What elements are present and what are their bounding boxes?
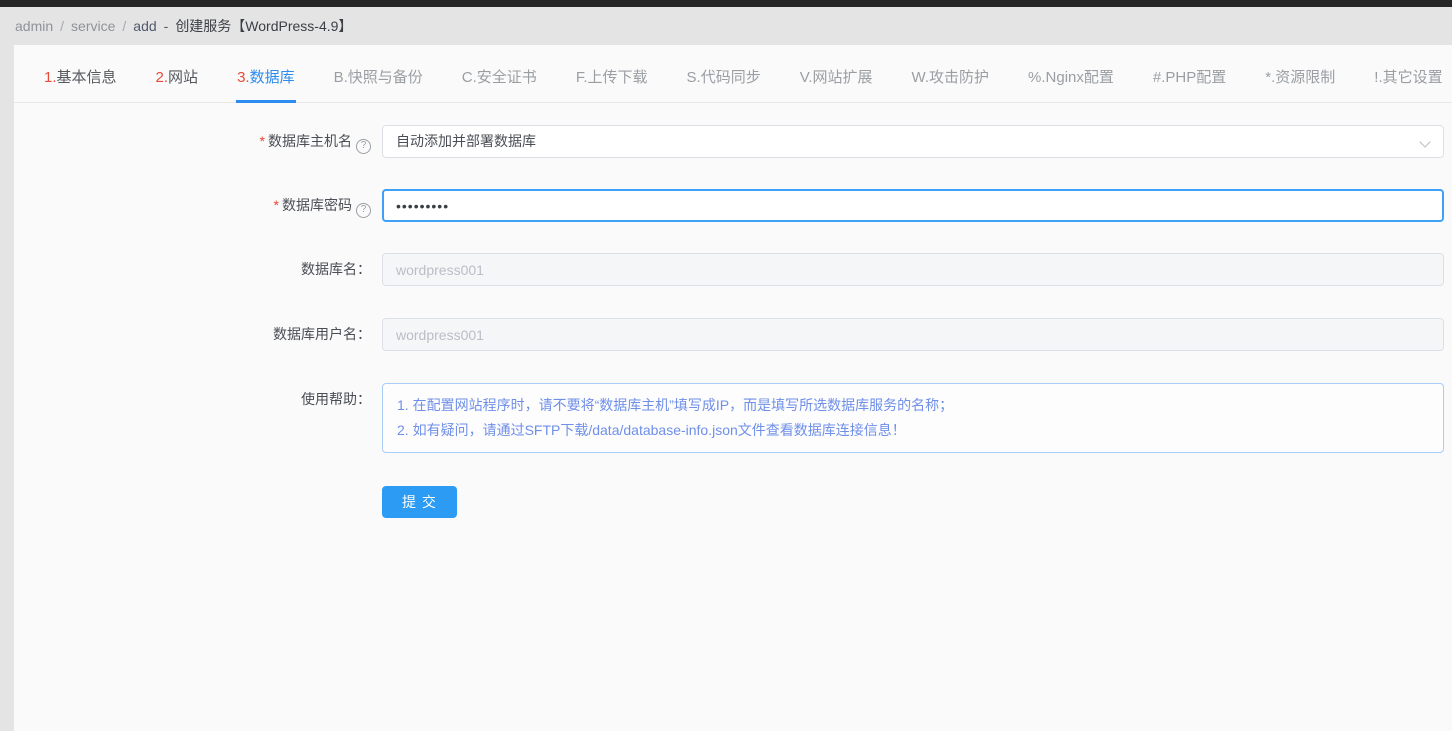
tab-other-settings[interactable]: !.其它设置 [1373,45,1443,103]
chevron-down-icon [1419,136,1431,148]
tab-upload-download[interactable]: F.上传下载 [575,45,649,103]
db-user-row: 数据库用户名： [14,318,1452,351]
help-question-icon[interactable]: ? [356,138,371,154]
tab-resource-limit[interactable]: *.资源限制 [1264,45,1336,103]
content-panel: 1.基本信息 2.网站 3.数据库 B.快照与备份 C.安全证书 F.上传下载 … [14,45,1452,731]
tab-attack-protection[interactable]: W.攻击防护 [911,45,991,103]
page-title: 创建服务【WordPress-4.9】 [175,18,353,34]
db-host-label: * 数据库主机名? [14,125,382,157]
tab-basic-info[interactable]: 1.基本信息 [43,45,118,103]
db-password-row: * 数据库密码? [14,189,1452,222]
usage-help-label: 使用帮助： [301,391,371,407]
db-host-selected-value: 自动添加并部署数据库 [396,133,536,149]
usage-help-line-1: 1. 在配置网站程序时，请不要将“数据库主机”填写成IP，而是填写所选数据库服务… [397,397,954,413]
usage-help-line-2: 2. 如有疑问，请通过SFTP下载/data/database-info.jso… [397,422,906,438]
required-asterisk: * [259,133,265,149]
required-asterisk: * [273,197,279,213]
db-name-label: 数据库名： [301,261,371,277]
tab-snapshot-backup[interactable]: B.快照与备份 [333,45,424,103]
breadcrumb: admin / service / add - 创建服务【WordPress-4.9】 [0,7,1452,45]
breadcrumb-dash: - [163,18,169,34]
usage-help-row: 使用帮助： 1. 在配置网站程序时，请不要将“数据库主机”填写成IP，而是填写所… [14,383,1452,453]
db-user-label: 数据库用户名： [273,326,371,342]
submit-row: 提 交 [14,486,1452,518]
db-name-row: 数据库名： [14,253,1452,286]
tab-website[interactable]: 2.网站 [155,45,200,103]
top-dark-strip [0,0,1452,7]
tab-site-extension[interactable]: V.网站扩展 [799,45,874,103]
tab-nginx-config[interactable]: %.Nginx配置 [1027,45,1115,103]
help-question-icon[interactable]: ? [356,202,371,218]
tab-database[interactable]: 3.数据库 [236,45,296,103]
tab-code-sync[interactable]: S.代码同步 [686,45,762,103]
tab-ssl-cert[interactable]: C.安全证书 [461,45,538,103]
breadcrumb-item-admin[interactable]: admin [15,18,53,34]
db-user-input [382,318,1444,351]
breadcrumb-separator: / [60,18,65,34]
db-password-input[interactable] [382,189,1444,222]
database-form: *数据库主机名? 自动添加并部署数据库 *数据库密码? 数据库名： [14,103,1452,518]
tab-bar: 1.基本信息 2.网站 3.数据库 B.快照与备份 C.安全证书 F.上传下载 … [14,45,1452,103]
usage-help-box: 1. 在配置网站程序时，请不要将“数据库主机”填写成IP，而是填写所选数据库服务… [382,383,1444,453]
tab-php-config[interactable]: #.PHP配置 [1152,45,1227,103]
breadcrumb-item-add[interactable]: add [133,18,156,34]
breadcrumb-item-service[interactable]: service [71,18,115,34]
db-host-row: * 数据库主机名? 自动添加并部署数据库 [14,125,1452,158]
db-password-label: * 数据库密码? [14,189,382,221]
breadcrumb-separator: / [122,18,127,34]
db-name-input [382,253,1444,286]
submit-button[interactable]: 提 交 [382,486,457,518]
db-host-select[interactable]: 自动添加并部署数据库 [382,125,1444,158]
